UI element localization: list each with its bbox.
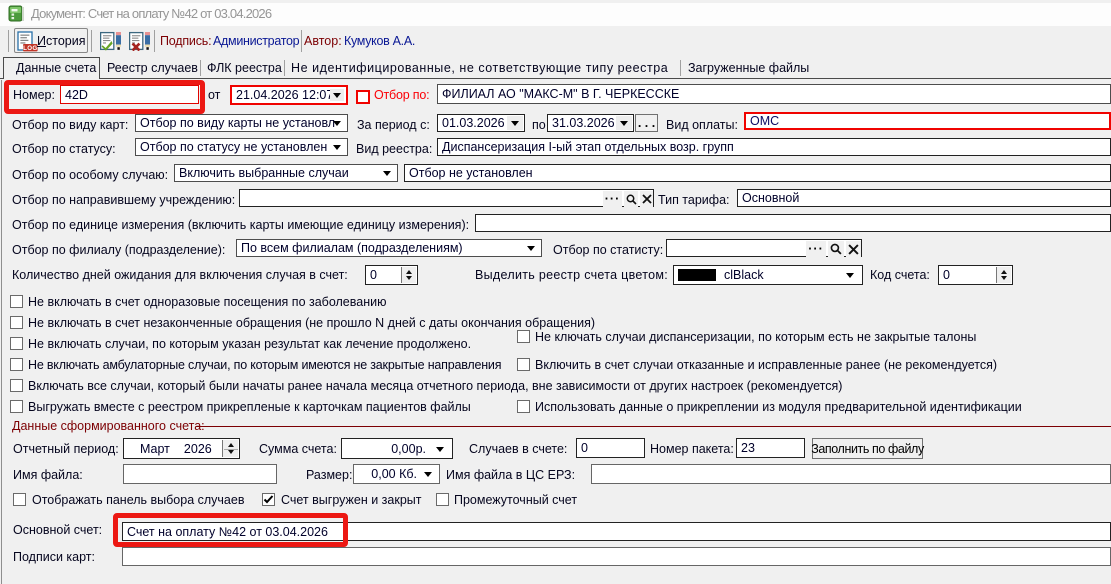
- svg-text:LOG: LOG: [23, 45, 37, 52]
